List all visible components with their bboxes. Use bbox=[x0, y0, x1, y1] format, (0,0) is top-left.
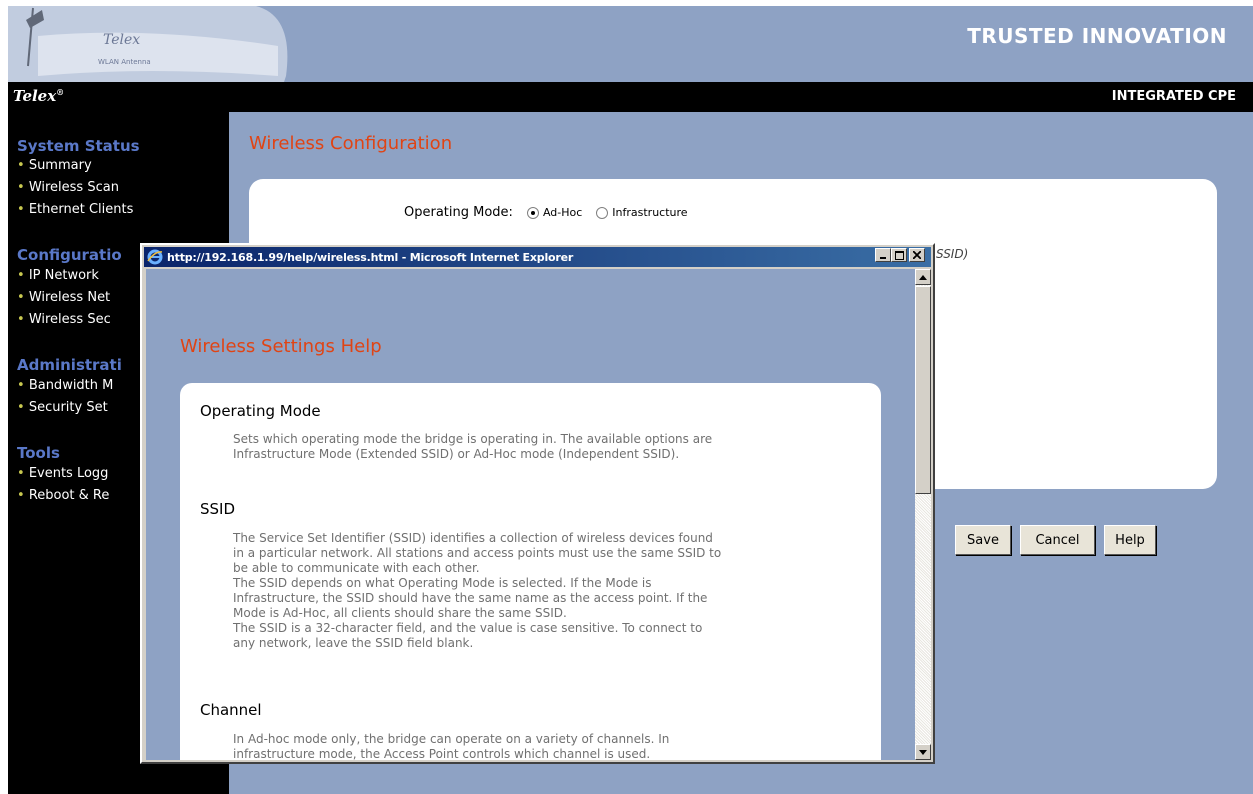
nav-item-summary[interactable]: Summary bbox=[17, 158, 92, 173]
slogan: TRUSTED INNOVATION bbox=[967, 24, 1227, 48]
nav-item-reboot[interactable]: Reboot & Re bbox=[17, 488, 110, 503]
scrollbar-thumb[interactable] bbox=[915, 286, 931, 494]
help-line: The Service Set Identifier (SSID) identi… bbox=[233, 531, 713, 545]
help-line: any network, leave the SSID field blank. bbox=[233, 636, 474, 650]
browser-screen: Telex WLAN Antenna TRUSTED INNOVATION Te… bbox=[0, 0, 1253, 794]
operating-mode-row: Operating Mode: Ad-Hoc Infrastructure bbox=[404, 205, 688, 220]
minimize-icon bbox=[880, 257, 886, 259]
save-button[interactable]: Save bbox=[955, 525, 1011, 555]
ie-logo-icon bbox=[147, 249, 163, 265]
popup-title: http://192.168.1.99/help/wireless.html -… bbox=[167, 250, 574, 264]
brand-text: Telex bbox=[13, 87, 57, 105]
nav-item-wireless-security[interactable]: Wireless Sec bbox=[17, 312, 111, 327]
nav-item-events-log[interactable]: Events Logg bbox=[17, 466, 109, 481]
help-text-ssid: The Service Set Identifier (SSID) identi… bbox=[233, 531, 883, 651]
help-button[interactable]: Help bbox=[1104, 525, 1156, 555]
radio-ad-hoc[interactable] bbox=[526, 206, 539, 219]
close-icon bbox=[913, 251, 921, 259]
radio-infrastructure[interactable] bbox=[596, 206, 609, 219]
cancel-button[interactable]: Cancel bbox=[1020, 525, 1095, 555]
nav-item-ethernet-clients[interactable]: Ethernet Clients bbox=[17, 202, 134, 217]
ssid-hint: SSID) bbox=[936, 247, 969, 261]
close-button[interactable] bbox=[909, 248, 925, 262]
page-title: Wireless Configuration bbox=[249, 133, 453, 154]
operating-mode-label: Operating Mode: bbox=[404, 205, 513, 220]
help-text-operating-mode: Sets which operating mode the bridge is … bbox=[233, 432, 883, 462]
brand-name: Telex® bbox=[13, 87, 64, 105]
nav-section-administration: Administrati bbox=[17, 356, 122, 374]
help-section-title-operating-mode: Operating Mode bbox=[200, 402, 321, 420]
help-line: infrastructure mode, the Access Point co… bbox=[233, 747, 651, 760]
help-line: Mode is Ad-Hoc, all clients should share… bbox=[233, 606, 567, 620]
brand-bar bbox=[8, 82, 1253, 112]
help-line: Sets which operating mode the bridge is … bbox=[233, 432, 713, 446]
nav-section-configuration: Configuratio bbox=[17, 246, 122, 264]
popup-scrollbar[interactable] bbox=[915, 269, 931, 760]
product-name: INTEGRATED CPE bbox=[1111, 89, 1236, 104]
help-popup-window: http://192.168.1.99/help/wireless.html -… bbox=[140, 243, 935, 764]
help-text-channel: In Ad-hoc mode only, the bridge can oper… bbox=[233, 732, 883, 760]
antenna-sub-text: WLAN Antenna bbox=[98, 58, 151, 66]
scroll-up-button[interactable] bbox=[915, 269, 931, 285]
help-line: be able to communicate with each other. bbox=[233, 561, 480, 575]
brand-mark: ® bbox=[56, 87, 65, 97]
minimize-button[interactable] bbox=[875, 248, 891, 262]
help-line: Infrastructure, the SSID should have the… bbox=[233, 591, 708, 605]
nav-item-wireless-network[interactable]: Wireless Net bbox=[17, 290, 110, 305]
maximize-button[interactable] bbox=[891, 248, 907, 262]
nav-item-wireless-scan[interactable]: Wireless Scan bbox=[17, 180, 119, 195]
help-line: In Ad-hoc mode only, the bridge can oper… bbox=[233, 732, 670, 746]
nav-section-system-status: System Status bbox=[17, 137, 140, 155]
scroll-down-button[interactable] bbox=[915, 744, 931, 760]
arrow-up-icon bbox=[919, 274, 927, 280]
nav-item-bandwidth[interactable]: Bandwidth M bbox=[17, 378, 114, 393]
help-line: in a particular network. All stations an… bbox=[233, 546, 722, 560]
arrow-down-icon bbox=[919, 749, 927, 755]
help-line: Infrastructure Mode (Extended SSID) or A… bbox=[233, 447, 680, 461]
nav-item-ip-network[interactable]: IP Network bbox=[17, 268, 99, 283]
help-heading: Wireless Settings Help bbox=[180, 336, 382, 357]
maximize-icon bbox=[894, 250, 904, 260]
antenna-logo-text: Telex bbox=[103, 32, 140, 48]
nav-section-tools: Tools bbox=[17, 444, 60, 462]
nav-item-security-settings[interactable]: Security Set bbox=[17, 400, 108, 415]
help-section-title-ssid: SSID bbox=[200, 500, 236, 518]
help-line: The SSID depends on what Operating Mode … bbox=[233, 576, 652, 590]
help-section-title-channel: Channel bbox=[200, 701, 262, 719]
antenna-logo: Telex WLAN Antenna bbox=[8, 6, 298, 82]
radio-ad-hoc-label: Ad-Hoc bbox=[542, 206, 583, 219]
radio-infrastructure-label: Infrastructure bbox=[612, 206, 688, 219]
popup-titlebar[interactable]: http://192.168.1.99/help/wireless.html -… bbox=[144, 247, 931, 267]
popup-body: Wireless Settings Help Operating Mode Se… bbox=[146, 269, 915, 760]
help-line: The SSID is a 32-character field, and th… bbox=[233, 621, 703, 635]
